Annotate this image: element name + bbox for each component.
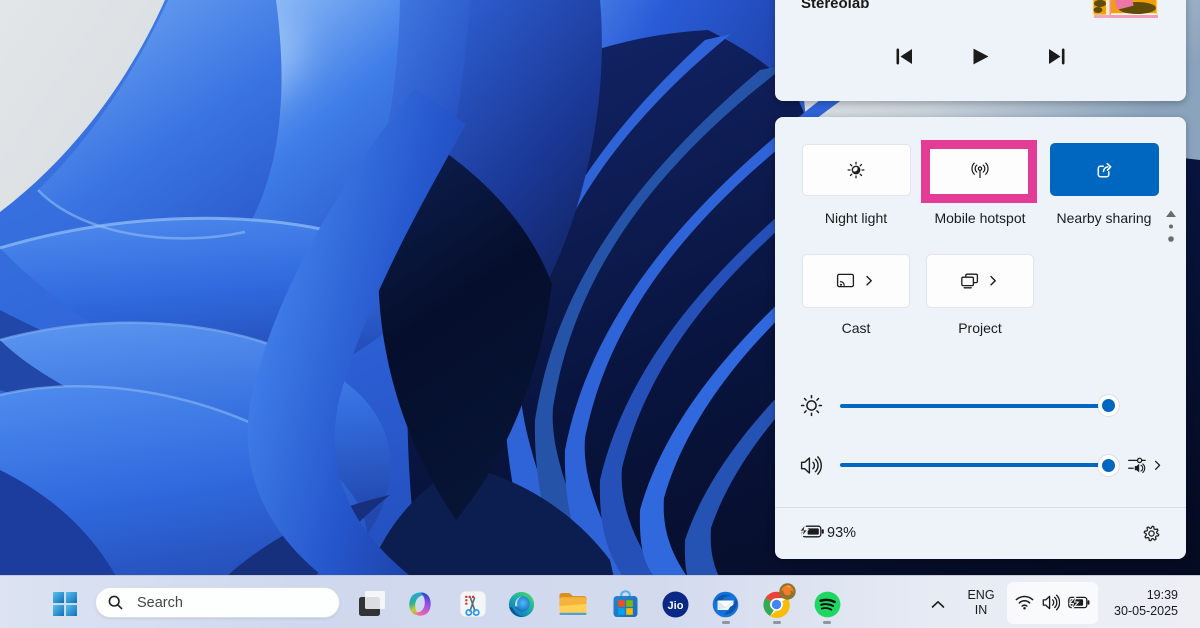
svg-text:Jio: Jio [668,600,684,612]
